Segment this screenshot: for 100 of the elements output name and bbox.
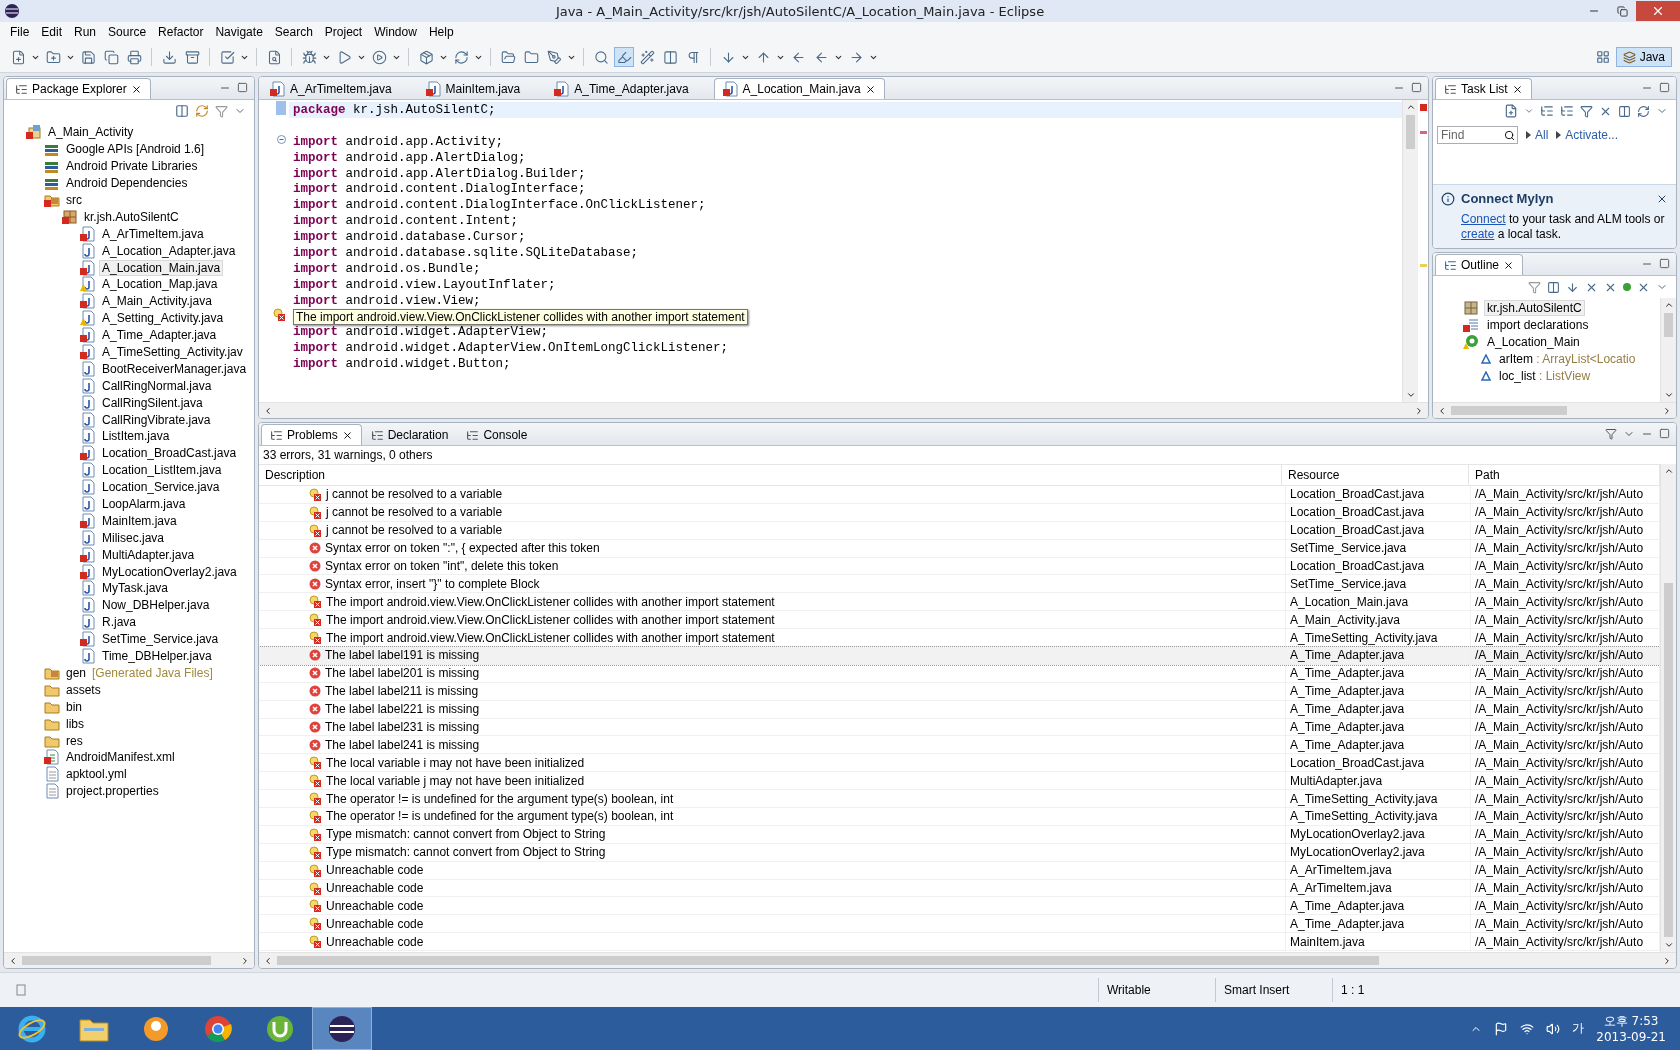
tree-item[interactable]: assets <box>64 682 103 697</box>
problem-row[interactable]: The local variable i may not have been initialized Location_BroadCast.java /A_Main_Activity/src/kr/jsh/Auto <box>259 754 1660 773</box>
tree-item[interactable]: A_Location_Map.java <box>100 277 220 292</box>
tree-item[interactable]: A_ArTimeItem.java <box>100 226 206 241</box>
problem-row[interactable]: j cannot be resolved to a variable Location_BroadCast.java /A_Main_Activity/src/kr/jsh/Auto <box>259 503 1660 522</box>
menu-item[interactable]: Refactor <box>152 25 210 39</box>
problem-row[interactable]: The operator != is undefined for the argument type(s) boolean, int A_TimeSetting_Activity.java /A_Main_Activity/src/kr/jsh/Auto <box>259 790 1660 809</box>
view-tab[interactable]: Package Explorer <box>6 78 151 99</box>
outline-item[interactable]: A_Location_Main <box>1485 335 1582 350</box>
tree-item[interactable]: A_Main_Activity.java <box>100 294 214 309</box>
java-perspective-button[interactable]: Java <box>1615 47 1672 67</box>
problem-row[interactable]: Type mismatch: cannot convert from Object to String MyLocationOverlay2.java /A_Main_Activity/src/kr/jsh/Auto <box>259 825 1660 844</box>
tree-item[interactable]: Time_DBHelper.java <box>100 649 214 664</box>
problem-row[interactable]: Unreachable code A_Time_Adapter.java /A_Main_Activity/src/kr/jsh/Auto <box>259 897 1660 916</box>
editor-tab[interactable]: A_ArTimeItem.java <box>261 78 401 99</box>
menu-item[interactable]: Edit <box>35 25 69 39</box>
editor-tab[interactable]: A_Location_Main.java <box>713 78 885 99</box>
outline-item[interactable]: kr.jsh.AutoSilentC <box>1485 301 1584 316</box>
tree-item[interactable]: A_TimeSetting_Activity.jav <box>100 345 245 359</box>
tree-item[interactable]: CallRingSilent.java <box>100 395 205 410</box>
problem-row[interactable]: The local variable j may not have been initialized MultiAdapter.java /A_Main_Activity/src/kr/jsh/Auto <box>259 772 1660 791</box>
tree-item[interactable]: R.java <box>100 615 138 630</box>
view-tab[interactable]: Declaration <box>361 424 458 445</box>
tree-item[interactable]: Location_Service.java <box>100 480 222 495</box>
view-tab[interactable]: Outline <box>1435 254 1524 275</box>
link[interactable]: Connect <box>1461 212 1506 226</box>
tree-item[interactable]: A_Location_Main.java <box>100 260 223 275</box>
tree-item[interactable]: CallRingNormal.java <box>100 378 214 393</box>
view-tab[interactable]: Console <box>457 424 537 445</box>
tree-item[interactable]: A_Setting_Activity.java <box>100 311 226 326</box>
problem-row[interactable]: Unreachable code A_Time_Adapter.java /A_Main_Activity/src/kr/jsh/Auto <box>259 915 1660 934</box>
problem-row[interactable]: Unreachable code MainItem.java /A_Main_Activity/src/kr/jsh/Auto <box>259 933 1660 952</box>
menu-item[interactable]: Source <box>102 25 153 39</box>
link[interactable]: create <box>1461 227 1495 241</box>
view-tab[interactable]: Problems <box>261 424 362 445</box>
tree-item[interactable]: ListItem.java <box>100 429 172 444</box>
filter-link[interactable]: Activate... <box>1556 128 1619 142</box>
problem-row[interactable]: The label label211 is missing A_Time_Adapter.java /A_Main_Activity/src/kr/jsh/Auto <box>259 682 1660 701</box>
problem-row[interactable]: Type mismatch: cannot convert from Object to String MyLocationOverlay2.java /A_Main_Activity/src/kr/jsh/Auto <box>259 843 1660 862</box>
tree-item[interactable]: MyTask.java <box>100 581 171 596</box>
find-field[interactable]: Find <box>1437 126 1518 144</box>
tree-item[interactable]: A_Main_Activity <box>46 125 136 140</box>
tree-item[interactable]: apktool.yml <box>64 767 129 782</box>
tree-item[interactable]: Location_ListItem.java <box>100 463 224 478</box>
tree-item[interactable]: Now_DBHelper.java <box>100 598 212 613</box>
editor-tab[interactable]: MainItem.java <box>416 78 530 99</box>
menu-item[interactable]: Window <box>368 25 423 39</box>
problem-row[interactable]: Syntax error, insert "}" to complete Block SetTime_Service.java /A_Main_Activity/src/kr/jsh/Auto <box>259 575 1660 594</box>
menu-item[interactable]: Help <box>422 25 460 39</box>
problem-row[interactable]: Unreachable code A_ArTimeItem.java /A_Main_Activity/src/kr/jsh/Auto <box>259 861 1660 880</box>
tree-item[interactable]: kr.jsh.AutoSilentC <box>82 209 181 224</box>
tree-item[interactable]: bin <box>64 699 84 714</box>
tree-item[interactable]: LoopAlarm.java <box>100 497 188 512</box>
tree-item[interactable]: MultiAdapter.java <box>100 547 197 562</box>
problem-row[interactable]: j cannot be resolved to a variable Location_BroadCast.java /A_Main_Activity/src/kr/jsh/Auto <box>259 521 1660 540</box>
filter-link[interactable]: All <box>1526 128 1549 142</box>
tree-item[interactable]: MyLocationOverlay2.java <box>100 564 239 579</box>
column-header[interactable]: Resource <box>1282 465 1469 485</box>
outline-item[interactable]: import declarations <box>1485 318 1591 333</box>
problem-row[interactable]: The import android.view.View.OnClickListener collides with another import statement A_Main_Activity.java /A_Main_Activity/src/kr/jsh/Auto <box>259 611 1660 630</box>
tree-item[interactable]: CallRingVibrate.java <box>100 412 213 427</box>
input-method-indicator[interactable]: 가 <box>1572 1020 1585 1037</box>
tree-item[interactable]: Android Dependencies <box>64 176 190 191</box>
tree-item[interactable]: Google APIs [Android 1.6] <box>64 142 207 157</box>
menu-item[interactable]: Run <box>68 25 103 39</box>
problem-row[interactable]: Unreachable code A_ArTimeItem.java /A_Main_Activity/src/kr/jsh/Auto <box>259 879 1660 898</box>
problem-row[interactable]: The label label241 is missing A_Time_Adapter.java /A_Main_Activity/src/kr/jsh/Auto <box>259 736 1660 755</box>
tree-item[interactable]: A_Location_Adapter.java <box>100 243 238 258</box>
menu-item[interactable]: Search <box>268 25 319 39</box>
tree-item[interactable]: libs <box>64 716 86 731</box>
problem-row[interactable]: The import android.view.View.OnClickListener collides with another import statement A_Location_Main.java /A_Main_Activity/src/kr/jsh/Auto <box>259 593 1660 612</box>
column-header[interactable]: Description <box>259 465 1282 485</box>
problem-row[interactable]: The label label221 is missing A_Time_Adapter.java /A_Main_Activity/src/kr/jsh/Auto <box>259 700 1660 719</box>
problem-row[interactable]: The operator != is undefined for the argument type(s) boolean, int A_TimeSetting_Activity.java /A_Main_Activity/src/kr/jsh/Auto <box>259 808 1660 826</box>
tree-item[interactable]: AndroidManifest.xml <box>64 750 177 765</box>
tree-item[interactable]: Milisec.java <box>100 530 166 545</box>
outline-item[interactable]: arItem : ArrayList<Locatio <box>1497 352 1638 367</box>
tree-item[interactable]: Android Private Libraries <box>64 159 200 174</box>
view-tab[interactable]: Task List <box>1435 78 1532 99</box>
tree-item[interactable]: SetTime_Service.java <box>100 632 221 647</box>
tree-item[interactable]: src <box>64 193 84 207</box>
menu-item[interactable]: Project <box>318 25 369 39</box>
tree-item[interactable]: MainItem.java <box>100 513 179 528</box>
tree-item[interactable]: res <box>64 733 85 748</box>
outline-item[interactable]: loc_list : ListView <box>1497 369 1593 383</box>
clock[interactable]: 오후 7:53 2013-09-21 <box>1596 1013 1666 1044</box>
menu-item[interactable]: File <box>4 25 36 39</box>
tree-item[interactable]: A_Time_Adapter.java <box>100 328 219 343</box>
menu-item[interactable]: Navigate <box>209 25 269 39</box>
tree-item[interactable]: project.properties <box>64 784 161 799</box>
problem-row[interactable]: Syntax error on token ":", { expected after this token SetTime_Service.java /A_Main_Activity/src/kr/jsh/Auto <box>259 539 1660 558</box>
tree-item[interactable]: gen <box>64 665 89 680</box>
problem-row[interactable]: The label label231 is missing A_Time_Adapter.java /A_Main_Activity/src/kr/jsh/Auto <box>259 718 1660 737</box>
problem-row[interactable]: The label label201 is missing A_Time_Adapter.java /A_Main_Activity/src/kr/jsh/Auto <box>259 664 1660 683</box>
tree-item[interactable]: Location_BroadCast.java <box>100 446 239 461</box>
problem-row[interactable]: The label label191 is missing A_Time_Adapter.java /A_Main_Activity/src/kr/jsh/Auto <box>259 647 1660 665</box>
problem-row[interactable]: Syntax error on token "int", delete this token Location_BroadCast.java /A_Main_Activity/src/kr/jsh/Auto <box>259 557 1660 576</box>
problem-row[interactable]: j cannot be resolved to a variable Location_BroadCast.java /A_Main_Activity/src/kr/jsh/Auto <box>259 486 1660 504</box>
tree-item[interactable]: BootReceiverManager.java <box>100 361 249 376</box>
editor-tab[interactable]: A_Time_Adapter.java <box>545 78 698 99</box>
